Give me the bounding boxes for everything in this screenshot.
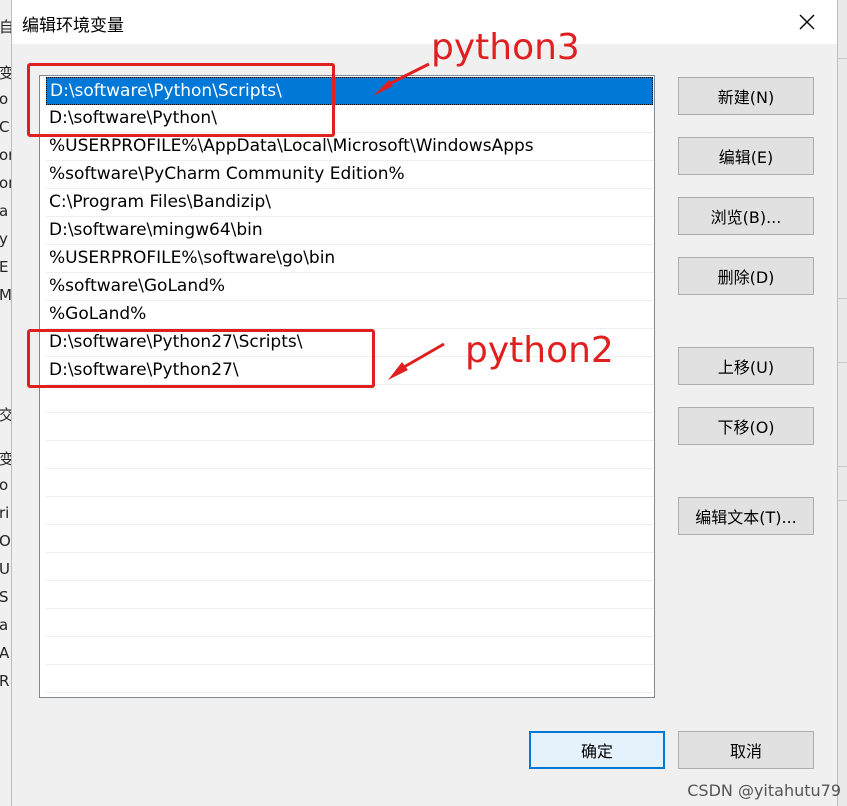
close-icon — [799, 14, 815, 30]
python3-highlight-box — [27, 63, 335, 137]
background-text: C — [0, 118, 10, 136]
python3-arrow-icon — [373, 62, 430, 96]
path-list-item[interactable]: %USERPROFILE%\AppData\Local\Microsoft\Wi… — [46, 133, 653, 161]
empty-list-row — [46, 441, 653, 469]
background-text: a — [0, 202, 8, 220]
background-text: A — [0, 644, 10, 662]
path-text: %USERPROFILE%\AppData\Local\Microsoft\Wi… — [49, 136, 534, 156]
background-text: E — [0, 258, 8, 276]
close-button[interactable] — [785, 4, 829, 40]
new-button[interactable]: 新建(N) — [678, 77, 814, 115]
move-up-button[interactable]: 上移(U) — [678, 347, 814, 385]
empty-list-row — [46, 385, 653, 413]
python2-annotation: python2 — [465, 330, 614, 371]
path-list-item[interactable]: %software\GoLand% — [46, 273, 653, 301]
empty-list-row — [46, 581, 653, 609]
path-text: %software\GoLand% — [49, 276, 226, 296]
background-text: o — [0, 90, 8, 108]
path-list-item[interactable]: %USERPROFILE%\software\go\bin — [46, 245, 653, 273]
edit-text-button[interactable]: 编辑文本(T)... — [678, 497, 814, 535]
path-text: %USERPROFILE%\software\go\bin — [49, 248, 336, 268]
path-list-item[interactable]: C:\Program Files\Bandizip\ — [46, 189, 653, 217]
ok-button[interactable]: 确定 — [529, 731, 665, 769]
empty-list-row — [46, 609, 653, 637]
empty-list-row — [46, 665, 653, 693]
background-text: o — [0, 476, 8, 494]
empty-list-row — [46, 525, 653, 553]
cancel-button[interactable]: 取消 — [678, 731, 814, 769]
empty-list-row — [46, 497, 653, 525]
path-text: %software\PyCharm Community Edition% — [49, 164, 405, 184]
dialog-title: 编辑环境变量 — [22, 16, 124, 36]
browse-button[interactable]: 浏览(B)... — [678, 197, 814, 235]
empty-list-row — [46, 413, 653, 441]
background-window-right — [836, 0, 847, 806]
title-bar: 编辑环境变量 — [12, 0, 837, 44]
python2-arrow-icon — [388, 342, 445, 380]
move-down-button[interactable]: 下移(O) — [678, 407, 814, 445]
watermark: CSDN @yitahutu79 — [687, 781, 841, 800]
empty-list-row — [46, 637, 653, 665]
background-text: U — [0, 560, 10, 578]
delete-button[interactable]: 删除(D) — [678, 257, 814, 295]
path-text: C:\Program Files\Bandizip\ — [49, 192, 272, 212]
path-text: %GoLand% — [49, 304, 147, 324]
path-list-item[interactable]: D:\software\mingw64\bin — [46, 217, 653, 245]
edit-button[interactable]: 编辑(E) — [678, 137, 814, 175]
empty-list-row — [46, 553, 653, 581]
path-text: D:\software\mingw64\bin — [49, 220, 263, 240]
background-text: R — [0, 672, 10, 690]
python3-annotation: python3 — [431, 27, 580, 68]
edit-environment-variable-dialog: 编辑环境变量 D:\software\Python\Scripts\ D:\sof… — [12, 0, 837, 806]
background-text: O — [0, 532, 11, 550]
path-list-item[interactable]: %software\PyCharm Community Edition% — [46, 161, 653, 189]
background-text: S — [0, 588, 9, 606]
python2-highlight-box — [27, 329, 375, 388]
background-text: y — [0, 230, 8, 248]
background-text: M — [0, 286, 12, 304]
background-text: ri — [0, 504, 10, 522]
empty-list-row — [46, 469, 653, 497]
path-list-item[interactable]: %GoLand% — [46, 301, 653, 329]
background-text: a — [0, 616, 8, 634]
